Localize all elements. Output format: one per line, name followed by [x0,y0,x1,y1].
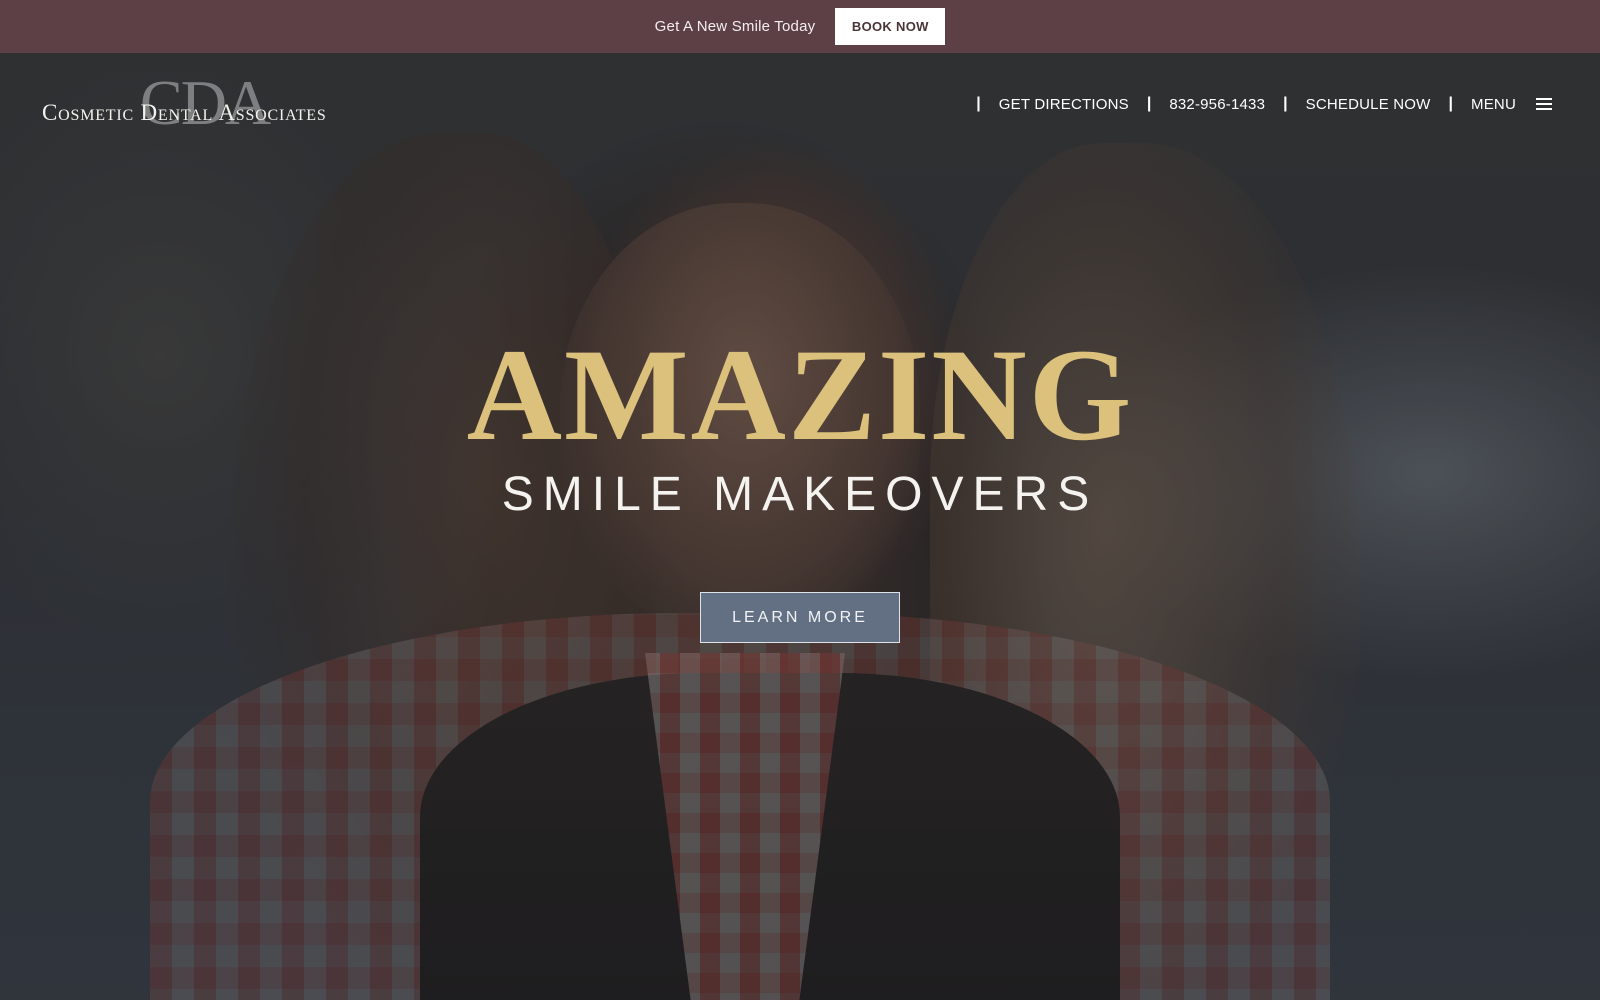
hero-heading: AMAZING [466,321,1134,468]
site-header: CDA Cosmetic Dental Associates | GET DIR… [0,53,1600,153]
phone-link[interactable]: 832-956-1433 [1169,96,1265,113]
cta-wrapper: LEARN MORE [0,592,1600,643]
logo-name: Cosmetic Dental Associates [42,100,327,125]
learn-more-button[interactable]: LEARN MORE [700,592,900,643]
nav-separator: | [1448,95,1454,112]
hero-content: AMAZING SMILE MAKEOVERS LEARN MORE [0,321,1600,643]
nav-separator: | [1283,95,1288,112]
nav-separator: | [1146,95,1152,112]
menu-button[interactable]: MENU [1471,96,1516,113]
hero-subheading: SMILE MAKEOVERS [501,468,1099,521]
book-now-button[interactable]: BOOK NOW [835,8,946,45]
logo[interactable]: CDA Cosmetic Dental Associates [42,71,402,143]
promo-bar: Get A New Smile Today BOOK NOW [0,0,1600,53]
schedule-now-link[interactable]: SCHEDULE NOW [1306,96,1431,113]
main-nav: | GET DIRECTIONS | 832-956-1433 | SCHEDU… [958,91,1552,117]
get-directions-link[interactable]: GET DIRECTIONS [999,96,1129,113]
promo-text: Get A New Smile Today [654,18,816,35]
hamburger-icon[interactable] [1536,98,1552,110]
nav-separator: | [976,95,981,112]
